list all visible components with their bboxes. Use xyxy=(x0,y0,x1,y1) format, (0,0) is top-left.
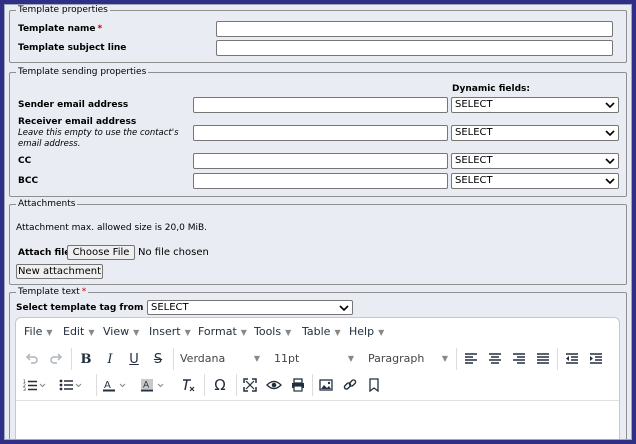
outdent-icon[interactable] xyxy=(560,348,584,370)
sender-email-label: Sender email address xyxy=(18,100,129,110)
toolbar-divider xyxy=(557,348,558,370)
clear-formatting-icon[interactable] xyxy=(176,374,200,396)
sender-email-input[interactable] xyxy=(193,97,448,113)
toolbar-divider xyxy=(312,374,313,396)
menu-file[interactable]: File ▼ xyxy=(24,318,53,346)
menu-format[interactable]: Format ▼ xyxy=(198,318,247,346)
menu-table[interactable]: Table ▼ xyxy=(302,318,341,346)
caret-down-icon: ▼ xyxy=(184,328,191,337)
bold-icon[interactable]: B xyxy=(74,348,98,370)
caret-down-icon: ▼ xyxy=(88,328,95,337)
editor-content-area[interactable] xyxy=(16,400,619,439)
receiver-email-label: Receiver email address xyxy=(18,117,137,127)
dynamic-fields-label: Dynamic fields: xyxy=(452,84,531,94)
chevron-down-icon xyxy=(605,178,615,185)
toolbar-divider xyxy=(236,374,237,396)
align-right-icon[interactable] xyxy=(507,348,531,370)
link-icon[interactable] xyxy=(338,374,362,396)
text-color-icon[interactable]: A xyxy=(100,374,130,396)
caret-down-icon: ▼ xyxy=(347,354,354,363)
template-name-label: Template name * xyxy=(18,24,103,34)
template-subject-label: Template subject line xyxy=(18,43,127,53)
template-form: Template properties Template name * Templ… xyxy=(4,4,632,440)
chevron-down-icon xyxy=(605,130,615,137)
sender-dynamic-field-select[interactable]: SELECT xyxy=(451,97,619,113)
svg-text:A: A xyxy=(104,380,111,391)
background-color-icon[interactable]: A xyxy=(138,374,168,396)
receiver-email-hint: Leave this empty to use the contact's em… xyxy=(18,128,179,149)
caret-down-icon: ▼ xyxy=(334,328,341,337)
caret-down-icon: ▼ xyxy=(133,328,140,337)
editor-menubar: File ▼ Edit ▼ View ▼ Insert ▼ Format ▼ Tools ▼… xyxy=(16,318,619,346)
attachment-size-text: Attachment max. allowed size is 20,0 MiB… xyxy=(16,223,208,233)
editor-toolbar-row-1: B I U S Verdana ▼ 11pt ▼ Paragraph ▼ xyxy=(16,348,619,374)
menu-tools[interactable]: Tools ▼ xyxy=(254,318,291,346)
bcc-label: BCC xyxy=(18,176,39,186)
menu-help[interactable]: Help ▼ xyxy=(349,318,384,346)
receiver-dynamic-field-select[interactable]: SELECT xyxy=(451,125,619,141)
required-mark: * xyxy=(97,24,103,34)
rich-text-editor: File ▼ Edit ▼ View ▼ Insert ▼ Format ▼ Tools ▼… xyxy=(15,317,620,439)
special-character-icon[interactable]: Ω xyxy=(208,374,232,396)
bcc-dynamic-field-select[interactable]: SELECT xyxy=(451,173,619,189)
chevron-down-icon xyxy=(339,305,349,312)
image-icon[interactable] xyxy=(314,374,338,396)
font-size-select[interactable]: 11pt ▼ xyxy=(274,348,354,370)
toolbar-divider xyxy=(96,374,97,396)
caret-down-icon: ▼ xyxy=(253,354,260,363)
template-tag-label: Select template tag from list: xyxy=(16,303,166,313)
undo-icon[interactable] xyxy=(20,348,44,370)
cc-input[interactable] xyxy=(193,153,448,169)
section-legend: Template sending properties xyxy=(18,67,147,77)
strikethrough-icon[interactable]: S xyxy=(146,348,170,370)
required-mark: * xyxy=(81,287,87,297)
print-icon[interactable] xyxy=(286,374,310,396)
caret-down-icon: ▼ xyxy=(378,328,385,337)
cc-label: CC xyxy=(18,156,32,166)
align-center-icon[interactable] xyxy=(483,348,507,370)
menu-edit[interactable]: Edit ▼ xyxy=(63,318,94,346)
italic-icon[interactable]: I xyxy=(98,348,122,370)
caret-down-icon: ▼ xyxy=(441,354,448,363)
caret-down-icon: ▼ xyxy=(285,328,292,337)
template-name-input[interactable] xyxy=(216,21,613,37)
menu-view[interactable]: View ▼ xyxy=(103,318,139,346)
editor-toolbar-row-2: 123 A A Ω xyxy=(16,374,619,400)
caret-down-icon: ▼ xyxy=(240,328,247,337)
preview-icon[interactable] xyxy=(262,374,286,396)
chevron-down-icon xyxy=(605,158,615,165)
underline-icon[interactable]: U xyxy=(122,348,146,370)
toolbar-divider xyxy=(71,348,72,370)
template-tag-select[interactable]: SELECT xyxy=(147,300,353,315)
align-justify-icon[interactable] xyxy=(531,348,555,370)
svg-text:A: A xyxy=(143,381,150,391)
new-attachment-button[interactable]: New attachment xyxy=(16,264,103,279)
toolbar-divider xyxy=(456,348,457,370)
bcc-input[interactable] xyxy=(193,173,448,189)
redo-icon[interactable] xyxy=(44,348,68,370)
toolbar-divider xyxy=(204,374,205,396)
caret-down-icon: ▼ xyxy=(46,328,53,337)
block-format-select[interactable]: Paragraph ▼ xyxy=(368,348,448,370)
no-file-chosen-text: No file chosen xyxy=(138,247,209,258)
font-family-select[interactable]: Verdana ▼ xyxy=(180,348,260,370)
fullscreen-icon[interactable] xyxy=(238,374,262,396)
template-subject-input[interactable] xyxy=(216,40,613,56)
attach-file-label: Attach file xyxy=(18,248,71,258)
choose-file-button[interactable]: Choose File xyxy=(67,245,135,260)
toolbar-divider xyxy=(173,348,174,370)
section-legend: Attachments xyxy=(18,199,76,209)
bookmark-icon[interactable] xyxy=(362,374,386,396)
numbered-list-icon[interactable]: 123 xyxy=(20,374,50,396)
receiver-email-input[interactable] xyxy=(193,125,448,141)
indent-icon[interactable] xyxy=(584,348,608,370)
cc-dynamic-field-select[interactable]: SELECT xyxy=(451,153,619,169)
menu-insert[interactable]: Insert ▼ xyxy=(149,318,191,346)
chevron-down-icon xyxy=(605,102,615,109)
align-left-icon[interactable] xyxy=(459,348,483,370)
svg-text:3: 3 xyxy=(23,387,26,392)
section-legend: Template properties xyxy=(18,5,108,15)
bullet-list-icon[interactable] xyxy=(56,374,86,396)
section-legend: Template text * xyxy=(18,287,87,297)
